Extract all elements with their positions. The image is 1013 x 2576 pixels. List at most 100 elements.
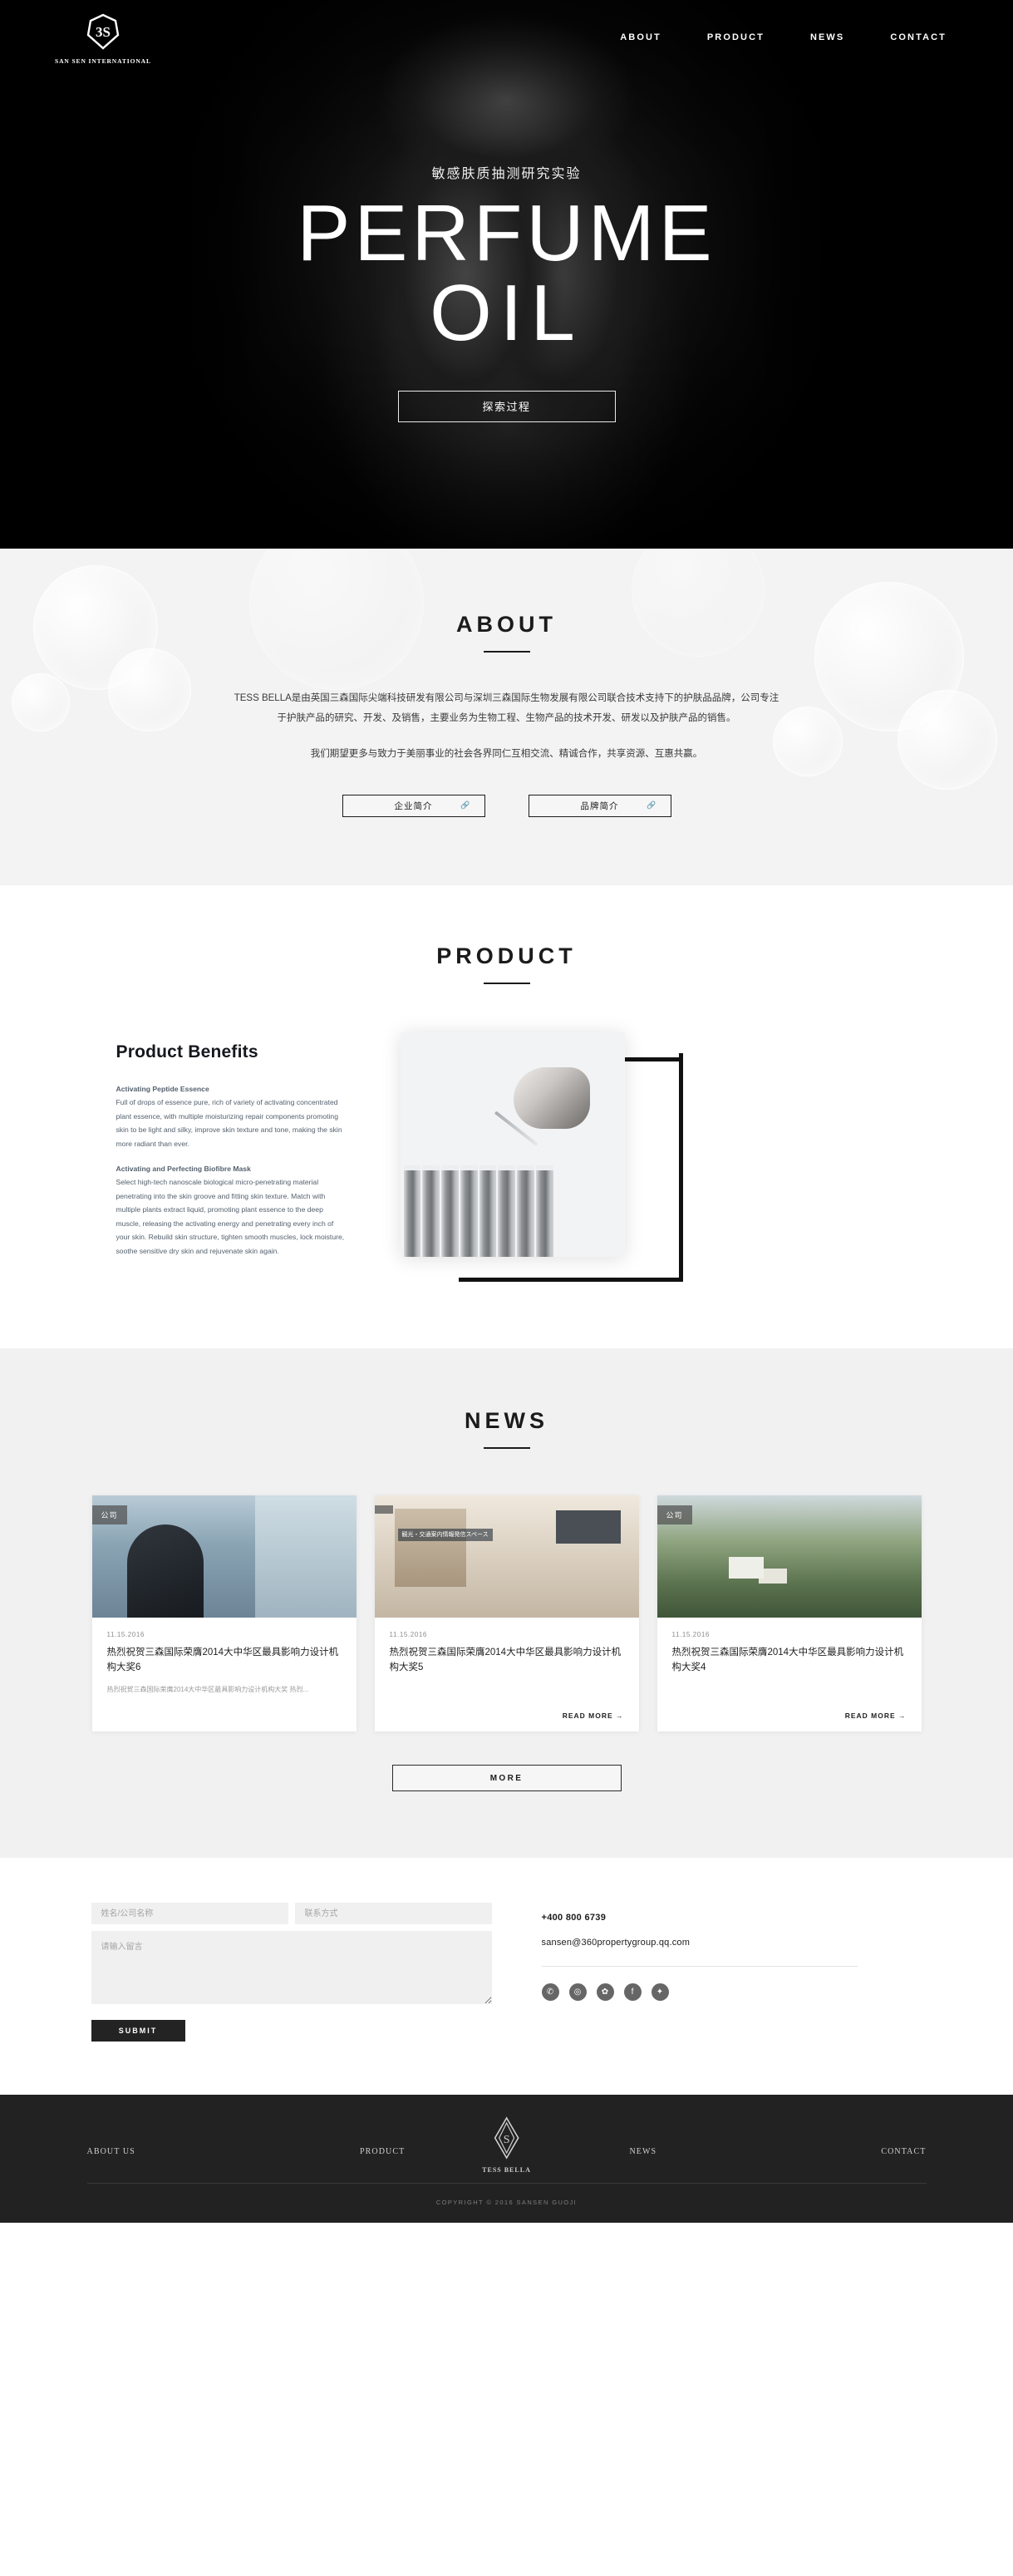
- news-card-date: 11.15.2016: [106, 1630, 145, 1638]
- product-body: Product Benefits Activating Peptide Esse…: [100, 1032, 914, 1282]
- footer-link-contact[interactable]: CONTACT: [881, 2147, 926, 2156]
- contact-phone: +400 800 6739: [541, 1913, 607, 1923]
- news-card-overlay-text: 観光・交通案内情報発信スペース: [397, 1528, 493, 1542]
- benefit-2-body: Select high-tech nanoscale biological mi…: [116, 1178, 345, 1255]
- news-title-rule: [483, 1446, 530, 1449]
- nav-links: ABOUT PRODUCT NEWS CONTACT: [620, 32, 958, 42]
- benefit-1-body: Full of drops of essence pure, rich of v…: [116, 1098, 342, 1148]
- hero-title-line2: OIL: [430, 268, 583, 358]
- product-figure: [400, 1032, 683, 1282]
- main-navigation: 3S SAN SEN INTERNATIONAL ABOUT PRODUCT N…: [0, 0, 1013, 75]
- name-input[interactable]: [91, 1903, 288, 1925]
- news-card-image: 公司: [91, 1495, 357, 1618]
- svg-text:3S: 3S: [96, 24, 111, 40]
- nav-item-about[interactable]: ABOUT: [620, 32, 661, 42]
- contact-form-row: [91, 1903, 492, 1925]
- brand-profile-button[interactable]: 品牌简介 🔗: [528, 794, 671, 817]
- hero-content: 敏感肤质抽测研究实验 PERFUME OIL 探索过程: [0, 75, 1013, 422]
- news-card-spacer: [672, 1675, 907, 1700]
- about-title-rule: [483, 651, 530, 653]
- test-tubes-graphic: [403, 1165, 553, 1257]
- news-card-body: 11.15.2016 热烈祝贺三森国际荣膺2014大中华区最具影响力设计机构大奖…: [92, 1618, 357, 1720]
- brand-profile-label: 品牌简介: [580, 800, 619, 811]
- nav-item-news[interactable]: NEWS: [810, 32, 844, 42]
- about-title: ABOUT: [456, 612, 557, 637]
- news-card-read-more[interactable]: READ MORE →: [672, 1712, 907, 1720]
- news-card-spacer: [390, 1675, 624, 1700]
- landing-page: 3S SAN SEN INTERNATIONAL ABOUT PRODUCT N…: [0, 0, 1013, 2224]
- weibo-icon[interactable]: ◎: [568, 1983, 587, 2002]
- contact-info: +400 800 6739 sansen@360propertygroup.qq…: [541, 1903, 858, 2042]
- news-card-date: 11.15.2016: [389, 1630, 427, 1638]
- product-title-rule: [483, 982, 530, 984]
- news-card-date: 11.15.2016: [671, 1630, 710, 1638]
- hand-graphic: [513, 1066, 590, 1129]
- news-card-excerpt: 热烈祝贺三森国际荣膺2014大中华区最具影响力设计机构大奖 热烈...: [106, 1686, 309, 1694]
- link-icon: 🔗: [460, 800, 471, 810]
- news-card-title: 热烈祝贺三森国际荣膺2014大中华区最具影响力设计机构大奖4: [671, 1647, 904, 1672]
- 3s-hexagon-logo-icon: 3S: [83, 10, 123, 53]
- news-card[interactable]: 公司 11.15.2016 热烈祝贺三森国际荣膺2014大中华区最具影响力设计机…: [656, 1495, 922, 1732]
- news-heading: NEWS: [0, 1408, 1013, 1449]
- about-buttons: 企业简介 🔗 品牌简介 🔗: [0, 794, 1013, 817]
- news-card[interactable]: 公司 11.15.2016 热烈祝贺三森国际荣膺2014大中华区最具影响力设计机…: [91, 1495, 357, 1732]
- hero-section: 3S SAN SEN INTERNATIONAL ABOUT PRODUCT N…: [0, 0, 1013, 549]
- benefit-spacer: [116, 1150, 349, 1162]
- news-card-tag: [374, 1505, 393, 1514]
- message-textarea[interactable]: [91, 1931, 492, 2005]
- footer-link-news[interactable]: NEWS: [629, 2147, 656, 2156]
- hero-title-line1: PERFUME: [297, 189, 716, 278]
- nav-item-product[interactable]: PRODUCT: [707, 32, 765, 42]
- hero-cta-button[interactable]: 探索过程: [397, 390, 616, 422]
- product-heading: PRODUCT: [0, 943, 1013, 984]
- brand-name: SAN SEN INTERNATIONAL: [55, 57, 151, 65]
- product-section: PRODUCT Product Benefits Activating Pept…: [0, 884, 1013, 1348]
- about-heading: ABOUT: [0, 612, 1013, 653]
- news-card-body: 11.15.2016 热烈祝贺三森国际荣膺2014大中华区最具影响力设计机构大奖…: [657, 1618, 922, 1732]
- product-benefits-heading: Product Benefits: [116, 1042, 258, 1061]
- footer-link-product[interactable]: PRODUCT: [360, 2147, 405, 2156]
- benefit-2-title: Activating and Perfecting Biofibre Mask: [116, 1165, 251, 1174]
- footer-logo[interactable]: S TESS BELLA: [482, 2116, 531, 2174]
- link-icon: 🔗: [647, 800, 657, 810]
- about-copy: TESS BELLA是由英国三森国际尖端科技研发有限公司与深圳三森国际生物发展有…: [233, 689, 781, 765]
- dropper-graphic: [490, 1066, 590, 1167]
- news-card-tag: 公司: [91, 1505, 127, 1524]
- nav-item-contact[interactable]: CONTACT: [890, 32, 947, 42]
- contact-wrapper: SUBMIT +400 800 6739 sansen@360propertyg…: [91, 1903, 922, 2042]
- facebook-icon[interactable]: f: [623, 1983, 642, 2002]
- contact-form: SUBMIT: [91, 1903, 492, 2042]
- news-card-read-more[interactable]: READ MORE →: [390, 1712, 624, 1720]
- submit-button[interactable]: SUBMIT: [91, 2020, 185, 2042]
- news-section: NEWS 公司 11.15.2016 热烈祝贺三森国际荣膺2014大中华区最具影…: [0, 1347, 1013, 1859]
- news-card[interactable]: 観光・交通案内情報発信スペース 11.15.2016 热烈祝贺三森国际荣膺201…: [374, 1495, 639, 1732]
- contact-method-input[interactable]: [294, 1903, 492, 1925]
- news-card-image: 観光・交通案内情報発信スペース: [374, 1495, 639, 1618]
- tess-bella-diamond-logo-icon: S: [492, 2116, 520, 2164]
- product-text-column: Product Benefits Activating Peptide Esse…: [100, 1032, 349, 1258]
- footer-brand-name: TESS BELLA: [482, 2166, 531, 2175]
- product-photo: [400, 1032, 625, 1257]
- footer-navigation: ABOUT US PRODUCT S TESS BELLA NEWS CONTA…: [87, 2116, 927, 2180]
- contact-section: SUBMIT +400 800 6739 sansen@360propertyg…: [0, 1858, 1013, 2096]
- svg-text:S: S: [504, 2134, 510, 2146]
- about-section: ABOUT TESS BELLA是由英国三森国际尖端科技研发有限公司与深圳三森国…: [0, 549, 1013, 885]
- footer-link-about-us[interactable]: ABOUT US: [87, 2147, 135, 2156]
- product-title: PRODUCT: [436, 943, 577, 968]
- news-card-image: 公司: [656, 1495, 922, 1618]
- about-paragraph-1: TESS BELLA是由英国三森国际尖端科技研发有限公司与深圳三森国际生物发展有…: [234, 693, 779, 723]
- wechat-icon[interactable]: ✆: [541, 1983, 559, 2002]
- news-card-body: 11.15.2016 热烈祝贺三森国际荣膺2014大中华区最具影响力设计机构大奖…: [375, 1618, 639, 1732]
- about-paragraph-2: 我们期望更多与致力于美丽事业的社会各界同仁互相交流、精诚合作，共享资源、互惠共赢…: [310, 749, 703, 760]
- qq-icon[interactable]: ✿: [596, 1983, 614, 2002]
- brand-logo[interactable]: 3S SAN SEN INTERNATIONAL: [55, 10, 151, 65]
- news-more-button[interactable]: MORE: [391, 1765, 622, 1792]
- news-title: NEWS: [465, 1407, 548, 1433]
- news-grid: 公司 11.15.2016 热烈祝贺三森国际荣膺2014大中华区最具影响力设计机…: [91, 1495, 922, 1732]
- company-profile-button[interactable]: 企业简介 🔗: [342, 794, 485, 817]
- benefit-1-title: Activating Peptide Essence: [116, 1084, 209, 1093]
- news-card-tag: 公司: [656, 1505, 692, 1524]
- twitter-icon[interactable]: ✦: [651, 1983, 669, 2002]
- hero-title: PERFUME OIL: [0, 194, 1013, 358]
- contact-email: sansen@360propertygroup.qq.com: [541, 1938, 691, 1948]
